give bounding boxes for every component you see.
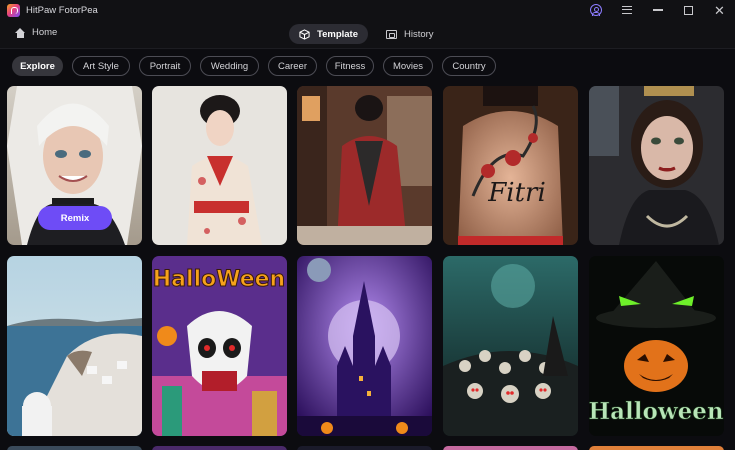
chip-wedding[interactable]: Wedding xyxy=(200,56,259,76)
home-button[interactable]: Home xyxy=(15,27,57,38)
tab-history[interactable]: History xyxy=(376,24,444,44)
chip-explore[interactable]: Explore xyxy=(12,56,63,76)
template-card[interactable] xyxy=(297,446,432,450)
template-card[interactable] xyxy=(443,256,578,436)
remix-button[interactable]: Remix xyxy=(38,206,112,230)
minimize-icon xyxy=(652,9,663,11)
app-title: HitPaw FotorPea xyxy=(26,4,98,16)
close-button[interactable]: ✕ xyxy=(704,0,735,20)
tab-template-label: Template xyxy=(317,28,359,40)
tattoo-text: Fitri xyxy=(487,178,546,208)
template-card[interactable] xyxy=(7,446,142,450)
template-card[interactable] xyxy=(443,446,578,450)
template-card[interactable] xyxy=(589,86,724,245)
template-card[interactable]: Remix xyxy=(7,86,142,245)
card-image xyxy=(443,256,578,436)
card-image xyxy=(589,86,724,245)
chip-movies[interactable]: Movies xyxy=(383,56,433,76)
template-card[interactable] xyxy=(297,256,432,436)
title-bar: HitPaw FotorPea ✕ xyxy=(0,0,735,20)
maximize-button[interactable] xyxy=(673,0,704,20)
divider xyxy=(0,48,735,49)
history-icon xyxy=(386,29,397,39)
template-card[interactable]: Fitri xyxy=(443,86,578,245)
card-image xyxy=(7,256,142,436)
tab-history-label: History xyxy=(404,28,434,40)
home-label: Home xyxy=(32,27,58,38)
chip-fitness[interactable]: Fitness xyxy=(326,56,374,76)
template-card[interactable]: HalloWeen xyxy=(152,256,287,436)
close-icon: ✕ xyxy=(714,2,725,18)
cube-icon xyxy=(299,28,310,40)
card-image xyxy=(297,256,432,436)
tab-template[interactable]: Template xyxy=(289,24,369,44)
maximize-icon xyxy=(684,5,693,15)
app-logo-icon xyxy=(7,3,20,17)
card-image xyxy=(152,86,287,245)
template-card[interactable] xyxy=(152,86,287,245)
chip-country[interactable]: Country xyxy=(442,56,496,76)
card-image xyxy=(297,86,432,245)
card-image: Fitri xyxy=(443,86,578,245)
template-card[interactable] xyxy=(152,446,287,450)
menu-button[interactable] xyxy=(611,0,642,20)
account-icon xyxy=(589,4,602,16)
chip-career[interactable]: Career xyxy=(268,56,317,76)
nav-bar: Home Template History xyxy=(0,20,735,48)
halloween-text-1: HalloWeen xyxy=(153,267,285,292)
template-card[interactable] xyxy=(589,446,724,450)
halloween-text-2: Halloween xyxy=(589,398,724,425)
home-icon xyxy=(15,27,26,38)
template-card[interactable] xyxy=(297,86,432,245)
card-image: HalloWeen xyxy=(152,256,287,436)
menu-icon xyxy=(621,6,632,14)
minimize-button[interactable] xyxy=(642,0,673,20)
account-button[interactable] xyxy=(580,0,611,20)
template-card[interactable]: Halloween xyxy=(589,256,724,436)
chip-art-style[interactable]: Art Style xyxy=(72,56,130,76)
chip-portrait[interactable]: Portrait xyxy=(139,56,191,76)
template-card[interactable] xyxy=(7,256,142,436)
card-image: Halloween xyxy=(589,256,724,436)
